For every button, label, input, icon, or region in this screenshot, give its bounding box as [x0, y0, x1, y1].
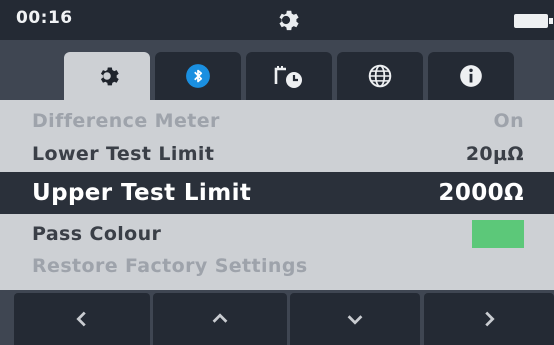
- info-icon: [460, 65, 482, 87]
- setting-value: 20μΩ: [465, 143, 524, 165]
- nav-right-button[interactable]: [424, 293, 554, 345]
- timer-icon: [274, 66, 302, 88]
- setting-restore-factory[interactable]: Restore Factory Settings: [0, 250, 554, 282]
- setting-label: Pass Colour: [32, 223, 162, 245]
- tab-info[interactable]: [428, 52, 514, 100]
- setting-label: Lower Test Limit: [32, 143, 215, 165]
- setting-difference-meter[interactable]: Difference Meter On: [0, 106, 554, 136]
- nav-left-button[interactable]: [14, 293, 150, 345]
- setting-value: 2000Ω: [438, 180, 524, 206]
- nav-down-button[interactable]: [290, 293, 420, 345]
- bluetooth-icon: [186, 64, 210, 88]
- setting-label: Difference Meter: [32, 110, 220, 132]
- chevron-up-icon: [212, 313, 228, 323]
- setting-label: Upper Test Limit: [32, 180, 252, 206]
- setting-pass-colour[interactable]: Pass Colour: [0, 218, 554, 250]
- battery-tip: [549, 18, 553, 24]
- setting-lower-test-limit[interactable]: Lower Test Limit 20μΩ: [0, 138, 554, 170]
- gear-icon: [272, 6, 300, 34]
- tab-settings[interactable]: [64, 52, 150, 100]
- setting-upper-test-limit[interactable]: Upper Test Limit 2000Ω: [0, 172, 554, 214]
- nav-up-button[interactable]: [153, 293, 287, 345]
- setting-label: Restore Factory Settings: [32, 255, 308, 277]
- chevron-right-icon: [485, 311, 495, 327]
- status-bar: 00:16: [0, 0, 554, 40]
- globe-icon: [368, 64, 392, 88]
- tab-timer[interactable]: [246, 52, 332, 100]
- pass-colour-swatch: [472, 220, 524, 248]
- settings-list: Difference Meter On Lower Test Limit 20μ…: [0, 100, 554, 290]
- chevron-left-icon: [76, 311, 86, 327]
- tab-bluetooth[interactable]: [155, 52, 241, 100]
- battery-icon: [514, 14, 548, 28]
- tab-language[interactable]: [337, 52, 423, 100]
- device-screen: 00:16 Difference Meter On Lower Test Lim…: [0, 0, 554, 345]
- chevron-down-icon: [347, 315, 363, 325]
- clock-time: 00:16: [16, 8, 73, 28]
- gear-icon: [100, 67, 119, 86]
- setting-value: On: [493, 110, 524, 132]
